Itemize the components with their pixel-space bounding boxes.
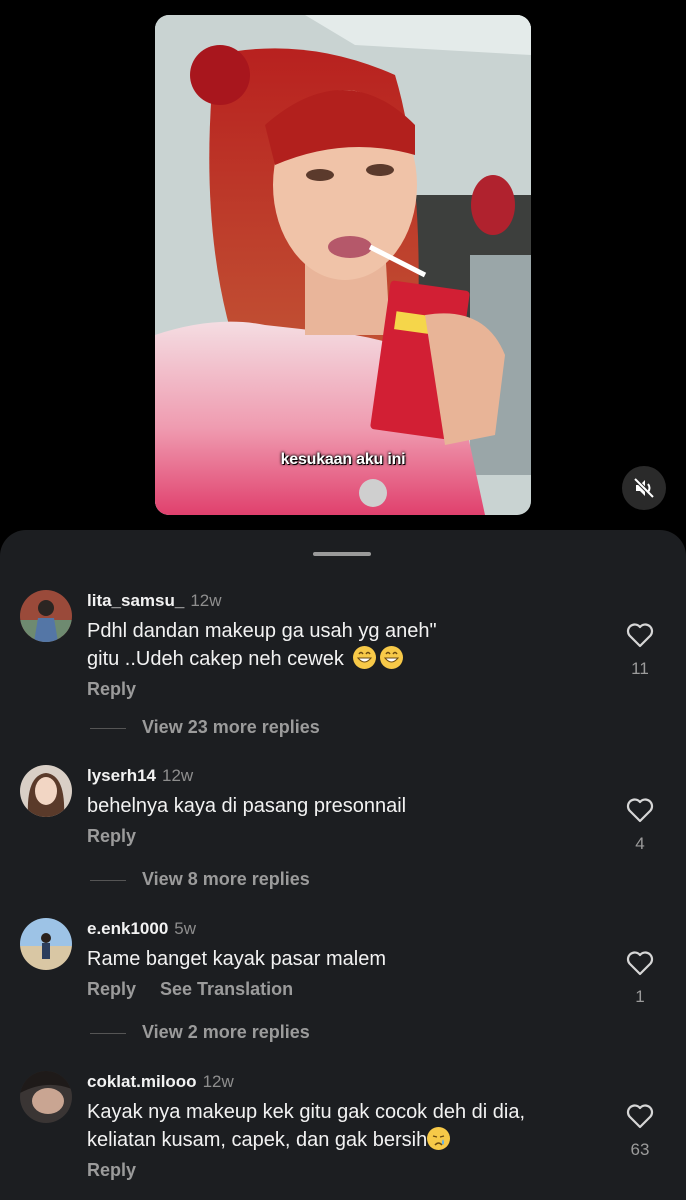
like-button[interactable]: 1 (620, 950, 660, 1007)
comment-text: Pdhl dandan makeup ga usah yg aneh" gitu… (87, 620, 437, 670)
crying-face-icon (427, 1127, 451, 1150)
comment-time: 5w (174, 919, 197, 938)
drag-handle[interactable] (313, 552, 371, 556)
video-caption: kesukaan aku ini (280, 451, 406, 468)
heart-icon (626, 798, 654, 823)
username[interactable]: lita_samsu_ (87, 591, 184, 610)
heart-icon (626, 623, 654, 648)
heart-icon (626, 951, 654, 976)
grinning-face-icon (353, 646, 377, 669)
username[interactable]: e.enk1000 (87, 919, 168, 938)
mute-button[interactable] (622, 466, 666, 510)
reply-button[interactable]: Reply (87, 826, 136, 846)
comment-time: 12w (190, 591, 222, 610)
comment-text: behelnya kaya di pasang presonnail (87, 795, 407, 817)
view-replies-button[interactable]: View 23 more replies (90, 717, 320, 738)
avatar[interactable] (20, 1071, 72, 1123)
like-count: 1 (635, 987, 645, 1006)
comment-text: Kayak nya makeup kek gitu gak cocok deh … (87, 1101, 526, 1151)
avatar[interactable] (20, 765, 72, 817)
like-count: 4 (635, 834, 645, 853)
speaker-muted-icon (633, 477, 655, 499)
reply-button[interactable]: Reply (87, 1160, 136, 1180)
view-replies-button[interactable]: View 2 more replies (90, 1022, 310, 1043)
reply-button[interactable]: Reply (87, 679, 136, 699)
view-replies-button[interactable]: View 8 more replies (90, 869, 310, 890)
avatar[interactable] (20, 918, 72, 970)
video-player[interactable]: kesukaan aku ini (155, 15, 531, 515)
like-button[interactable]: 4 (620, 797, 660, 854)
like-button[interactable]: 63 (620, 1103, 660, 1160)
heart-icon (626, 1104, 654, 1129)
comment-text: Rame banget kayak pasar malem (87, 948, 387, 970)
comments-sheet: lita_samsu_ 12w Pdhl dandan makeup ga usa… (0, 530, 686, 1200)
video-thumbnail (155, 15, 531, 515)
comment-time: 12w (162, 766, 194, 785)
like-count: 11 (631, 659, 649, 678)
see-translation-button[interactable]: See Translation (160, 979, 293, 999)
avatar[interactable] (20, 590, 72, 642)
grinning-face-icon (380, 646, 404, 669)
comment-time: 12w (202, 1072, 234, 1091)
username[interactable]: coklat.milooo (87, 1072, 197, 1091)
reply-button[interactable]: Reply (87, 979, 136, 999)
like-count: 63 (630, 1140, 650, 1159)
video-area: kesukaan aku ini (0, 0, 686, 540)
like-button[interactable]: 11 (620, 622, 660, 679)
username[interactable]: lyserh14 (87, 766, 156, 785)
